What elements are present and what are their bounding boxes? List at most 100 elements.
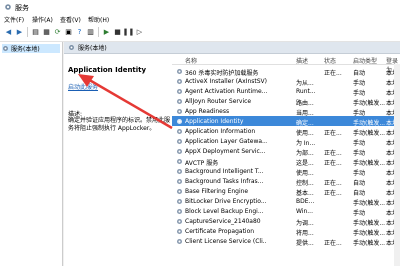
service-gear-icon <box>176 128 183 135</box>
stop-icon[interactable]: ■ <box>113 27 122 36</box>
table-row[interactable]: AppX Deployment Servic...为部...正在...手动本地系… <box>172 146 400 157</box>
service-gear-icon <box>176 98 183 105</box>
column-name[interactable]: 名称 <box>185 56 197 65</box>
panel-header: 服务(本地) <box>64 42 400 54</box>
services-pane: 服务(本地) Application Identity 启动此服务 描述: 确定… <box>64 42 400 266</box>
table-row[interactable]: ActiveX Installer (AxInstSV)为从...手动本地系统 <box>172 76 400 87</box>
service-gear-icon <box>176 218 183 225</box>
help-icon[interactable]: ? <box>75 27 84 36</box>
service-gear-icon <box>176 68 183 75</box>
table-row[interactable]: Block Level Backup Engi...Win...手动本地系统 <box>172 206 400 217</box>
cell-name: Agent Activation Runtime... <box>185 88 267 95</box>
service-gear-icon <box>176 238 183 245</box>
table-row[interactable]: Background Tasks Infras... 控制... 正在... 自动 本地… <box>172 176 400 187</box>
cell-name: Block Level Backup Engi... <box>185 208 264 215</box>
column-status[interactable]: 状态 <box>324 56 336 65</box>
view-icon[interactable]: ▦ <box>42 27 51 36</box>
table-row[interactable]: CaptureService_2140a80为调...手动(触发...本地系统 <box>172 216 400 227</box>
table-row[interactable]: Base Filtering Engine基本...正在...自动本地服务 <box>172 186 400 197</box>
column-description[interactable]: 描述 <box>296 56 308 65</box>
services-gear-icon <box>3 46 8 51</box>
console-tree: 服务(本地) <box>0 42 63 266</box>
service-gear-icon <box>176 208 183 215</box>
cell-name: Application Information <box>185 128 256 135</box>
table-row[interactable]: Application Layer Gatewa...为 In...手动本地服务 <box>172 136 400 147</box>
export-icon[interactable]: ▣ <box>64 27 73 36</box>
cell-name: Base Filtering Engine <box>185 188 249 195</box>
restart-icon[interactable]: ▷ <box>135 27 144 36</box>
cell-name: BitLocker Drive Encryptio... <box>185 198 267 205</box>
tree-item-label: 服务(本地) <box>11 46 40 53</box>
table-row[interactable]: Certificate Propagation将用...手动(触发...本地系统 <box>172 226 400 237</box>
cell-status: 正在... <box>324 240 342 247</box>
play-icon[interactable]: ▶ <box>102 27 111 36</box>
cell-startup-type: 手动(触发... <box>353 240 385 247</box>
table-row[interactable]: Client License Service (Cli... 提供... 正在...… <box>172 236 400 247</box>
service-gear-icon <box>176 88 183 95</box>
service-gear-icon <box>176 108 183 115</box>
service-gear-icon <box>176 158 183 165</box>
cell-name: AppX Deployment Servic... <box>185 148 266 155</box>
cell-description: Runt... <box>296 88 316 95</box>
tree-item-services-local[interactable]: 服务(本地) <box>2 44 60 53</box>
cell-name: ActiveX Installer (AxInstSV) <box>185 78 267 85</box>
table-row[interactable]: Application Information 使用... 正在... 手动(触发..… <box>172 126 400 137</box>
title-bar: 服务 <box>0 0 400 14</box>
start-service-link[interactable]: 启动此服务 <box>68 82 98 91</box>
cell-description: 提供... <box>296 240 314 247</box>
services-gear-icon <box>69 45 74 50</box>
back-icon[interactable]: ◀ <box>4 27 13 36</box>
menu-bar: 文件(F) 操作(A) 查看(V) 帮助(H) <box>0 14 400 24</box>
menu-help[interactable]: 帮助(H) <box>88 15 109 24</box>
forward-icon[interactable]: ▶ <box>15 27 24 36</box>
cell-name: CaptureService_2140a80 <box>185 218 261 225</box>
refresh-icon[interactable]: ⟳ <box>53 27 62 36</box>
cell-name: Background Tasks Infras... <box>185 178 264 185</box>
pause-icon[interactable]: ❚❚ <box>123 27 135 36</box>
cell-name: Client License Service (Cli... <box>185 238 267 245</box>
service-gear-icon <box>176 118 183 125</box>
table-row[interactable]: 360 杀毒实时防护加载服务正在...自动本地系统 <box>172 66 400 77</box>
service-gear-icon <box>176 168 183 175</box>
vertical-scrollbar[interactable] <box>394 64 400 266</box>
table-row[interactable]: Background Intelligent T...使用...手动本地系统 <box>172 166 400 177</box>
toolbar: ◀ ▶ ▤ ▦ ⟳ ▣ ? ▥ ▶ ■ ❚❚ ▷ <box>0 24 400 42</box>
service-details: Application Identity 启动此服务 描述: 确定并验证应用程序… <box>64 54 172 266</box>
toolbar-divider <box>27 27 28 37</box>
service-gear-icon <box>176 138 183 145</box>
service-gear-icon <box>176 188 183 195</box>
console-tree-icon[interactable]: ▤ <box>31 27 40 36</box>
properties-icon[interactable]: ▥ <box>86 27 95 36</box>
column-startup-type[interactable]: 启动类型 <box>353 56 377 65</box>
cell-name: Application Layer Gatewa... <box>185 138 267 145</box>
service-gear-icon <box>176 198 183 205</box>
table-row[interactable]: AVCTP 服务这是...正在...手动(触发...本地服务 <box>172 156 400 167</box>
services-table: 名称 描述 状态 启动类型 登录为 360 杀毒实时防护加载服务 正在... 自动本… <box>172 54 400 266</box>
table-row[interactable]: AllJoyn Router Service路由...手动(触发...本地服务 <box>172 96 400 107</box>
service-gear-icon <box>176 148 183 155</box>
cell-name: Background Intelligent T... <box>185 168 264 175</box>
cell-name: AllJoyn Router Service <box>185 98 252 105</box>
menu-view[interactable]: 查看(V) <box>60 15 81 24</box>
panel-header-title: 服务(本地) <box>78 45 107 52</box>
menu-file[interactable]: 文件(F) <box>4 15 24 24</box>
service-title: Application Identity <box>68 66 147 74</box>
table-header: 名称 描述 状态 启动类型 登录为 <box>172 54 400 74</box>
cell-name: App Readiness <box>185 108 230 115</box>
cell-name: Application Identity <box>185 118 244 125</box>
services-gear-icon <box>5 4 11 10</box>
description-text: 确定并验证应用程序的标识。禁用此服务将阻止强制执行 AppLocker。 <box>68 117 171 132</box>
menu-action[interactable]: 操作(A) <box>32 15 53 24</box>
table-row[interactable]: BitLocker Drive Encryptio... BDE... 手动(触发.… <box>172 196 400 207</box>
table-row[interactable]: App Readiness当用...手动本地系统 <box>172 106 400 117</box>
window-title: 服务 <box>15 4 29 12</box>
cell-description: BDE... <box>296 198 315 205</box>
table-row[interactable]: Application Identity确定...手动(触发...本地服务 <box>172 116 400 127</box>
table-row[interactable]: Agent Activation Runtime...Runt...手动本地系统 <box>172 86 400 97</box>
cell-description: Win... <box>296 208 313 215</box>
cell-name: Certificate Propagation <box>185 228 255 235</box>
service-gear-icon <box>176 228 183 235</box>
toolbar-divider <box>98 27 99 37</box>
service-gear-icon <box>176 178 183 185</box>
service-gear-icon <box>176 78 183 85</box>
